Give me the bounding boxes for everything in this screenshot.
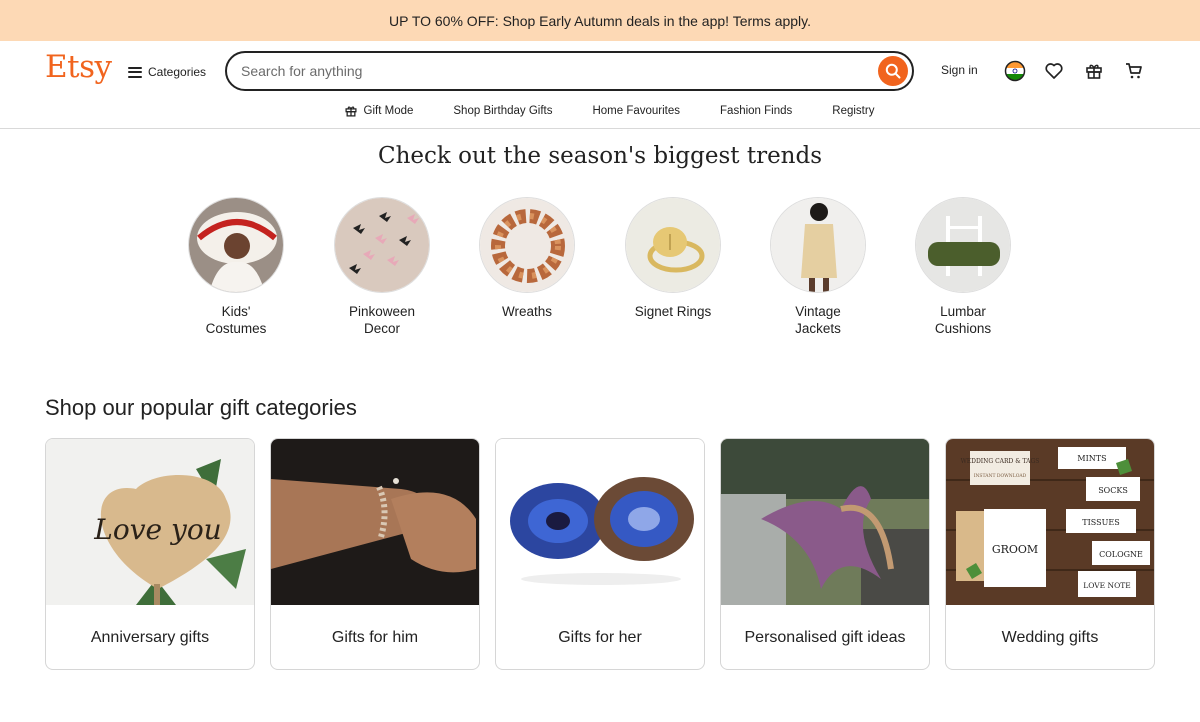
subnav-fashion-finds[interactable]: Fashion Finds [720, 101, 792, 121]
trend-vintage-jackets[interactable]: Vintage Jackets [748, 197, 888, 337]
gift-card-anniversary[interactable]: Love you Anniversary gifts [45, 438, 255, 670]
heart-icon [1045, 63, 1063, 79]
cart-button[interactable] [1121, 58, 1147, 84]
gift-card-personalised[interactable]: Personalised gift ideas [720, 438, 930, 670]
search-input[interactable] [227, 53, 878, 89]
svg-text:GROOM: GROOM [992, 543, 1038, 556]
svg-text:SOCKS: SOCKS [1098, 486, 1128, 495]
svg-text:TISSUES: TISSUES [1082, 518, 1119, 527]
promo-text: UP TO 60% OFF: Shop Early Autumn deals i… [388, 12, 812, 29]
sub-navigation: Gift Mode Shop Birthday Gifts Home Favou… [0, 101, 1200, 121]
trend-image [188, 197, 284, 293]
gift-card-image: Love you [46, 439, 254, 605]
gift-card-wedding[interactable]: WEDDING CARD & TAGS INSTANT DOWNLOAD GRO… [945, 438, 1155, 670]
gift-icon [345, 106, 357, 117]
trend-label: Wreaths [501, 304, 553, 319]
trend-label: Pinkoween Decor [348, 304, 416, 336]
trend-image [770, 197, 866, 293]
search-bar [225, 51, 914, 91]
sign-in-link[interactable]: Sign in [941, 63, 978, 77]
trend-pinkoween-decor[interactable]: Pinkoween Decor [312, 197, 452, 337]
gift-card-image [271, 439, 479, 605]
gift-card-label: Wedding gifts [1001, 629, 1099, 646]
subnav-label: Gift Mode [363, 105, 414, 117]
trend-kids-costumes[interactable]: Kids' Costumes [166, 197, 306, 337]
categories-label: Categories [148, 65, 207, 79]
subnav-label: Shop Birthday Gifts [453, 105, 553, 117]
site-header: Etsy Categories Sign in [0, 41, 1200, 129]
gift-card-image: WEDDING CARD & TAGS INSTANT DOWNLOAD GRO… [946, 439, 1154, 605]
favourites-button[interactable] [1041, 58, 1067, 84]
region-button[interactable] [1002, 58, 1028, 84]
gift-card-label: Anniversary gifts [90, 629, 210, 646]
trend-image [625, 197, 721, 293]
trend-label: Kids' Costumes [205, 304, 267, 336]
promo-banner[interactable]: UP TO 60% OFF: Shop Early Autumn deals i… [0, 0, 1200, 41]
svg-text:MINTS: MINTS [1077, 454, 1106, 463]
trends-heading: Check out the season's biggest trends [377, 143, 823, 169]
trend-image [334, 197, 430, 293]
search-button[interactable] [878, 56, 908, 86]
svg-text:COLOGNE: COLOGNE [1099, 550, 1143, 559]
subnav-home-favourites[interactable]: Home Favourites [592, 101, 680, 121]
gift-categories-heading: Shop our popular gift categories [45, 395, 357, 420]
subnav-birthday-gifts[interactable]: Shop Birthday Gifts [453, 101, 552, 121]
subnav-gift-mode[interactable]: Gift Mode [344, 101, 414, 121]
etsy-logo[interactable]: Etsy [45, 49, 112, 85]
india-flag-icon [1004, 60, 1026, 82]
cart-icon [1126, 63, 1142, 79]
svg-text:WEDDING CARD & TAGS: WEDDING CARD & TAGS [961, 458, 1040, 465]
gift-card-for-him[interactable]: Gifts for him [270, 438, 480, 670]
gift-card-image [721, 439, 929, 605]
trend-label: Signet Rings [634, 304, 712, 319]
trend-label: Lumbar Cushions [934, 304, 992, 336]
gift-button[interactable] [1081, 58, 1107, 84]
gift-card-label: Gifts for her [558, 629, 642, 646]
subnav-label: Home Favourites [592, 105, 681, 117]
trend-lumbar-cushions[interactable]: Lumbar Cushions [893, 197, 1033, 337]
gift-card-image [496, 439, 704, 605]
gift-card-for-her[interactable]: Gifts for her [495, 438, 705, 670]
subnav-registry[interactable]: Registry [832, 101, 874, 121]
trend-label: Vintage Jackets [795, 304, 841, 336]
trend-signet-rings[interactable]: Signet Rings [603, 197, 743, 320]
gift-icon [1086, 64, 1102, 79]
gift-card-label: Personalised gift ideas [744, 629, 906, 646]
subnav-label: Registry [832, 105, 875, 117]
trend-wreaths[interactable]: Wreaths [457, 197, 597, 320]
subnav-label: Fashion Finds [720, 105, 793, 117]
svg-text:INSTANT DOWNLOAD: INSTANT DOWNLOAD [974, 473, 1027, 479]
svg-text:Love you: Love you [93, 513, 221, 546]
categories-button[interactable]: Categories [128, 61, 206, 83]
search-icon [885, 63, 901, 79]
gift-card-label: Gifts for him [331, 629, 419, 646]
trend-image [479, 197, 575, 293]
svg-text:LOVE NOTE: LOVE NOTE [1083, 581, 1130, 590]
menu-icon [128, 66, 142, 78]
trend-image [915, 197, 1011, 293]
